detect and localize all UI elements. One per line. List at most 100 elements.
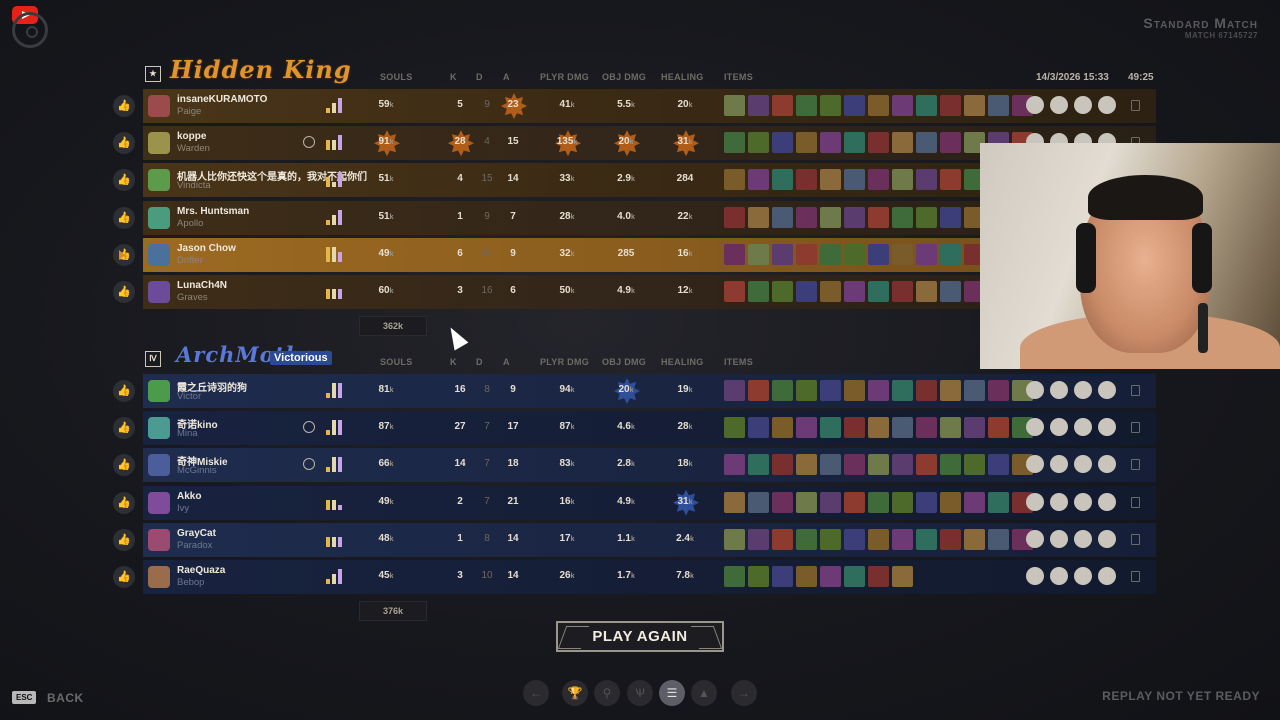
item-icon[interactable] — [916, 206, 937, 228]
ability-icon[interactable] — [1050, 492, 1068, 511]
item-icon[interactable] — [940, 95, 961, 116]
item-icon[interactable] — [892, 281, 913, 302]
item-icon[interactable] — [892, 491, 913, 513]
item-icon[interactable] — [844, 206, 865, 228]
nav-button[interactable]: ← — [523, 680, 549, 706]
player-row[interactable]: 奇诺kino Mina 87k 27 7 17 87k 4.6k 28k — [143, 411, 1156, 446]
item-icon[interactable] — [724, 454, 745, 476]
item-icon[interactable] — [892, 417, 913, 439]
thumbs-up-icon[interactable]: 👍 — [113, 491, 135, 514]
item-icon[interactable] — [916, 243, 937, 265]
item-icon[interactable] — [748, 281, 769, 302]
item-icon[interactable] — [940, 243, 961, 265]
item-icon[interactable] — [892, 169, 913, 191]
item-icon[interactable] — [988, 491, 1009, 513]
item-icon[interactable] — [772, 454, 793, 476]
player-row[interactable]: 霞之丘诗羽的狗 Victor 81k 16 8 9 94k 20k 19k — [143, 374, 1156, 408]
item-icon[interactable] — [796, 132, 817, 154]
ability-icon[interactable] — [1026, 418, 1044, 437]
item-icon[interactable] — [724, 417, 745, 439]
item-icon[interactable] — [868, 528, 889, 550]
item-icon[interactable] — [820, 491, 841, 513]
copy-build-icon[interactable] — [1131, 533, 1140, 545]
item-icon[interactable] — [916, 417, 937, 439]
ability-icon[interactable] — [1098, 381, 1116, 399]
item-icon[interactable] — [724, 491, 745, 513]
item-icon[interactable] — [748, 169, 769, 191]
player-row[interactable]: insaneKURAMOTO Paige 59k 5 9 23 41k 5.5k 20k — [143, 89, 1156, 123]
item-icon[interactable] — [892, 528, 913, 550]
item-icon[interactable] — [748, 206, 769, 228]
item-icon[interactable] — [748, 528, 769, 550]
ability-icon[interactable] — [1074, 567, 1092, 585]
item-icon[interactable] — [892, 132, 913, 154]
item-icon[interactable] — [772, 132, 793, 154]
item-icon[interactable] — [988, 454, 1009, 476]
item-icon[interactable] — [916, 169, 937, 191]
item-icon[interactable] — [916, 491, 937, 513]
ability-icon[interactable] — [1098, 455, 1116, 474]
item-icon[interactable] — [796, 281, 817, 302]
ability-icon[interactable] — [1098, 418, 1116, 437]
ability-icon[interactable] — [1098, 96, 1116, 114]
thumbs-up-icon[interactable]: 👍 — [113, 206, 135, 229]
item-icon[interactable] — [988, 95, 1009, 116]
copy-build-icon[interactable] — [1131, 496, 1140, 508]
item-icon[interactable] — [940, 528, 961, 550]
item-icon[interactable] — [724, 528, 745, 550]
item-icon[interactable] — [748, 454, 769, 476]
item-icon[interactable] — [772, 206, 793, 228]
item-icon[interactable] — [820, 206, 841, 228]
player-name[interactable]: LunaCh4N — [177, 280, 227, 291]
item-icon[interactable] — [964, 528, 985, 550]
ability-icon[interactable] — [1026, 455, 1044, 474]
item-icon[interactable] — [844, 380, 865, 401]
ability-icon[interactable] — [1050, 96, 1068, 114]
ability-icon[interactable] — [1074, 455, 1092, 474]
item-icon[interactable] — [724, 206, 745, 228]
item-icon[interactable] — [844, 95, 865, 116]
item-icon[interactable] — [796, 95, 817, 116]
item-icon[interactable] — [748, 132, 769, 154]
item-icon[interactable] — [844, 491, 865, 513]
item-icon[interactable] — [772, 417, 793, 439]
item-icon[interactable] — [892, 566, 913, 587]
item-icon[interactable] — [844, 454, 865, 476]
item-icon[interactable] — [916, 380, 937, 401]
item-icon[interactable] — [820, 380, 841, 401]
item-icon[interactable] — [940, 417, 961, 439]
ability-icon[interactable] — [1074, 96, 1092, 114]
play-again-button[interactable]: PLAY AGAIN — [556, 621, 724, 652]
thumbs-up-icon[interactable]: 👍 — [113, 380, 135, 402]
item-icon[interactable] — [988, 528, 1009, 550]
ability-icon[interactable] — [1074, 381, 1092, 399]
player-row[interactable]: RaeQuaza Bebop 45k 3 10 14 26k 1.7k 7.8k — [143, 560, 1156, 594]
nav-button[interactable]: ☰ — [659, 680, 685, 706]
item-icon[interactable] — [988, 380, 1009, 401]
nav-button[interactable]: Ѱ — [627, 680, 653, 706]
back-button[interactable]: BACK — [47, 691, 84, 705]
item-icon[interactable] — [796, 454, 817, 476]
item-icon[interactable] — [964, 380, 985, 401]
ability-icon[interactable] — [1050, 418, 1068, 437]
item-icon[interactable] — [748, 95, 769, 116]
item-icon[interactable] — [868, 132, 889, 154]
player-name[interactable]: Jason Chow — [177, 243, 236, 254]
item-icon[interactable] — [724, 380, 745, 401]
item-icon[interactable] — [940, 132, 961, 154]
item-icon[interactable] — [820, 566, 841, 587]
ability-icon[interactable] — [1050, 455, 1068, 474]
ability-icon[interactable] — [1098, 529, 1116, 548]
item-icon[interactable] — [892, 243, 913, 265]
item-icon[interactable] — [796, 206, 817, 228]
item-icon[interactable] — [868, 417, 889, 439]
item-icon[interactable] — [724, 566, 745, 587]
item-icon[interactable] — [940, 206, 961, 228]
item-icon[interactable] — [964, 491, 985, 513]
item-icon[interactable] — [820, 528, 841, 550]
player-name[interactable]: Mrs. Huntsman — [177, 206, 249, 217]
item-icon[interactable] — [916, 95, 937, 116]
item-icon[interactable] — [868, 281, 889, 302]
item-icon[interactable] — [796, 566, 817, 587]
player-row[interactable]: GrayCat Paradox 48k 1 8 14 17k 1.1k 2.4k — [143, 522, 1156, 557]
